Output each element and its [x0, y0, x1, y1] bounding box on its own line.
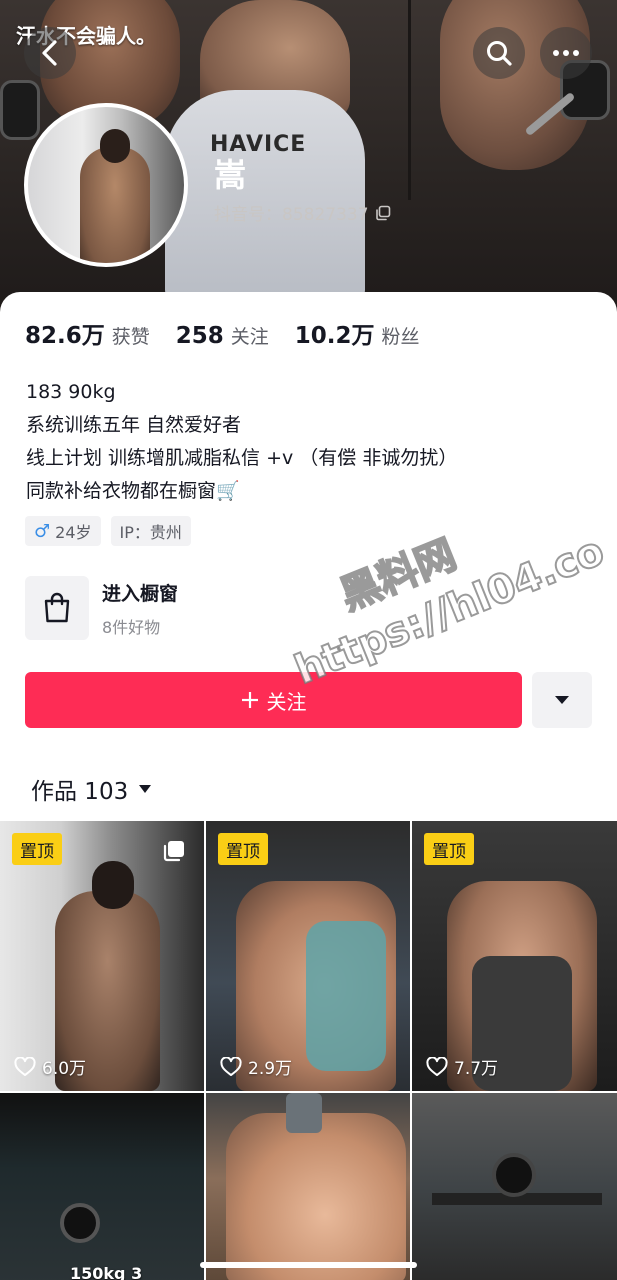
douyin-id[interactable]: 抖音号：85827337: [214, 200, 391, 225]
thumbnail-phone: [286, 1093, 322, 1133]
ip-location-tag: IP：贵州: [110, 516, 191, 546]
video-thumbnail[interactable]: [206, 1093, 410, 1280]
back-button[interactable]: [24, 27, 76, 79]
search-button[interactable]: [473, 27, 525, 79]
stat-followers[interactable]: 10.2万 粉丝: [295, 316, 420, 350]
heart-icon: [14, 1056, 36, 1076]
video-thumbnail[interactable]: [412, 1093, 617, 1280]
stat-following-label: 关注: [230, 326, 269, 348]
showcase-entry[interactable]: 进入橱窗 8件好物: [25, 576, 178, 640]
stat-followers-value: 10.2万: [294, 323, 375, 349]
video-thumbnail[interactable]: 置顶 2.9万: [206, 821, 410, 1091]
age-tag-label: 24岁: [55, 523, 92, 542]
stat-followers-label: 粉丝: [381, 326, 420, 348]
douyin-id-text: 抖音号：85827337: [214, 205, 369, 225]
profile-tags: ♂ 24岁 IP：贵州: [25, 516, 191, 546]
banner-cable-machine-left: [0, 80, 40, 140]
showcase-item-count: 8件好物: [102, 617, 161, 637]
like-count: 7.7万: [426, 1054, 498, 1079]
video-thumbnail[interactable]: 置顶 6.0万: [0, 821, 204, 1091]
like-count-value: 6.0万: [42, 1059, 87, 1079]
like-count-value: 2.9万: [248, 1059, 293, 1079]
works-tab[interactable]: 作品 103: [31, 772, 152, 806]
caret-down-icon: [555, 696, 569, 704]
ip-location-label: IP：贵州: [119, 523, 182, 542]
stat-likes[interactable]: 82.6万 获赞: [25, 316, 150, 350]
pinned-badge: 置顶: [424, 833, 474, 865]
recommend-dropdown-button[interactable]: [532, 672, 592, 728]
works-tab-label: 作品 103: [31, 779, 129, 805]
thumbnail-weight-plate: [492, 1153, 536, 1197]
thumbnail-figure-head: [92, 861, 134, 909]
pinned-badge: 置顶: [12, 833, 62, 865]
more-dots-icon: [553, 50, 579, 56]
video-grid: 置顶 6.0万 置顶 2.9万 置顶 7.7万 150kg 3: [0, 821, 617, 1280]
caret-down-icon: [139, 785, 152, 793]
plus-icon: [241, 692, 258, 708]
video-thumbnail[interactable]: 150kg 3: [0, 1093, 204, 1280]
bio-line: 线上计划 训练增肌减脂私信 +v （有偿 非诚勿扰）: [26, 447, 458, 469]
showcase-title: 进入橱窗: [102, 582, 179, 605]
banner-mirror-edge: [408, 0, 411, 200]
shopping-bag-icon: [25, 576, 89, 640]
home-indicator[interactable]: [200, 1262, 417, 1268]
follow-button-label: 关注: [266, 689, 307, 714]
age-tag: ♂ 24岁: [25, 516, 101, 546]
like-count: 6.0万: [14, 1054, 86, 1079]
copy-icon[interactable]: [375, 205, 391, 221]
bio-line: 同款补给衣物都在橱窗🛒: [26, 480, 240, 502]
chevron-left-icon: [42, 40, 57, 66]
stat-following-value: 258: [175, 323, 224, 349]
male-icon: ♂: [34, 520, 51, 542]
like-count-value: 7.7万: [454, 1059, 499, 1079]
thumbnail-vest: [306, 921, 386, 1071]
bio-line: 183 90kg: [26, 381, 116, 403]
bio-line: 系统训练五年 自然爱好者: [26, 414, 242, 436]
more-options-button[interactable]: [540, 27, 592, 79]
heart-icon: [426, 1056, 448, 1076]
multi-image-icon: [163, 841, 184, 862]
pinned-badge: 置顶: [218, 833, 268, 865]
thumbnail-weight-plate: [60, 1203, 100, 1243]
search-icon: [487, 41, 512, 66]
avatar[interactable]: [24, 103, 188, 267]
video-caption: 150kg 3: [70, 1264, 143, 1280]
stat-likes-label: 获赞: [111, 326, 150, 348]
video-thumbnail[interactable]: 置顶 7.7万: [412, 821, 617, 1091]
stat-likes-value: 82.6万: [25, 323, 105, 349]
profile-bio: 183 90kg 系统训练五年 自然爱好者 线上计划 训练增肌减脂私信 +v （…: [26, 376, 457, 508]
avatar-figure: [80, 147, 150, 263]
profile-stats: 82.6万 获赞 258 关注 10.2万 粉丝: [25, 316, 446, 350]
like-count: 2.9万: [220, 1054, 292, 1079]
stat-following[interactable]: 258 关注: [176, 322, 269, 349]
heart-icon: [220, 1056, 242, 1076]
follow-button[interactable]: 关注: [25, 672, 522, 728]
avatar-figure-head: [100, 129, 130, 163]
display-name: 嵩: [214, 156, 247, 194]
banner-shirt: [165, 90, 365, 300]
thumbnail-figure: [226, 1113, 406, 1280]
